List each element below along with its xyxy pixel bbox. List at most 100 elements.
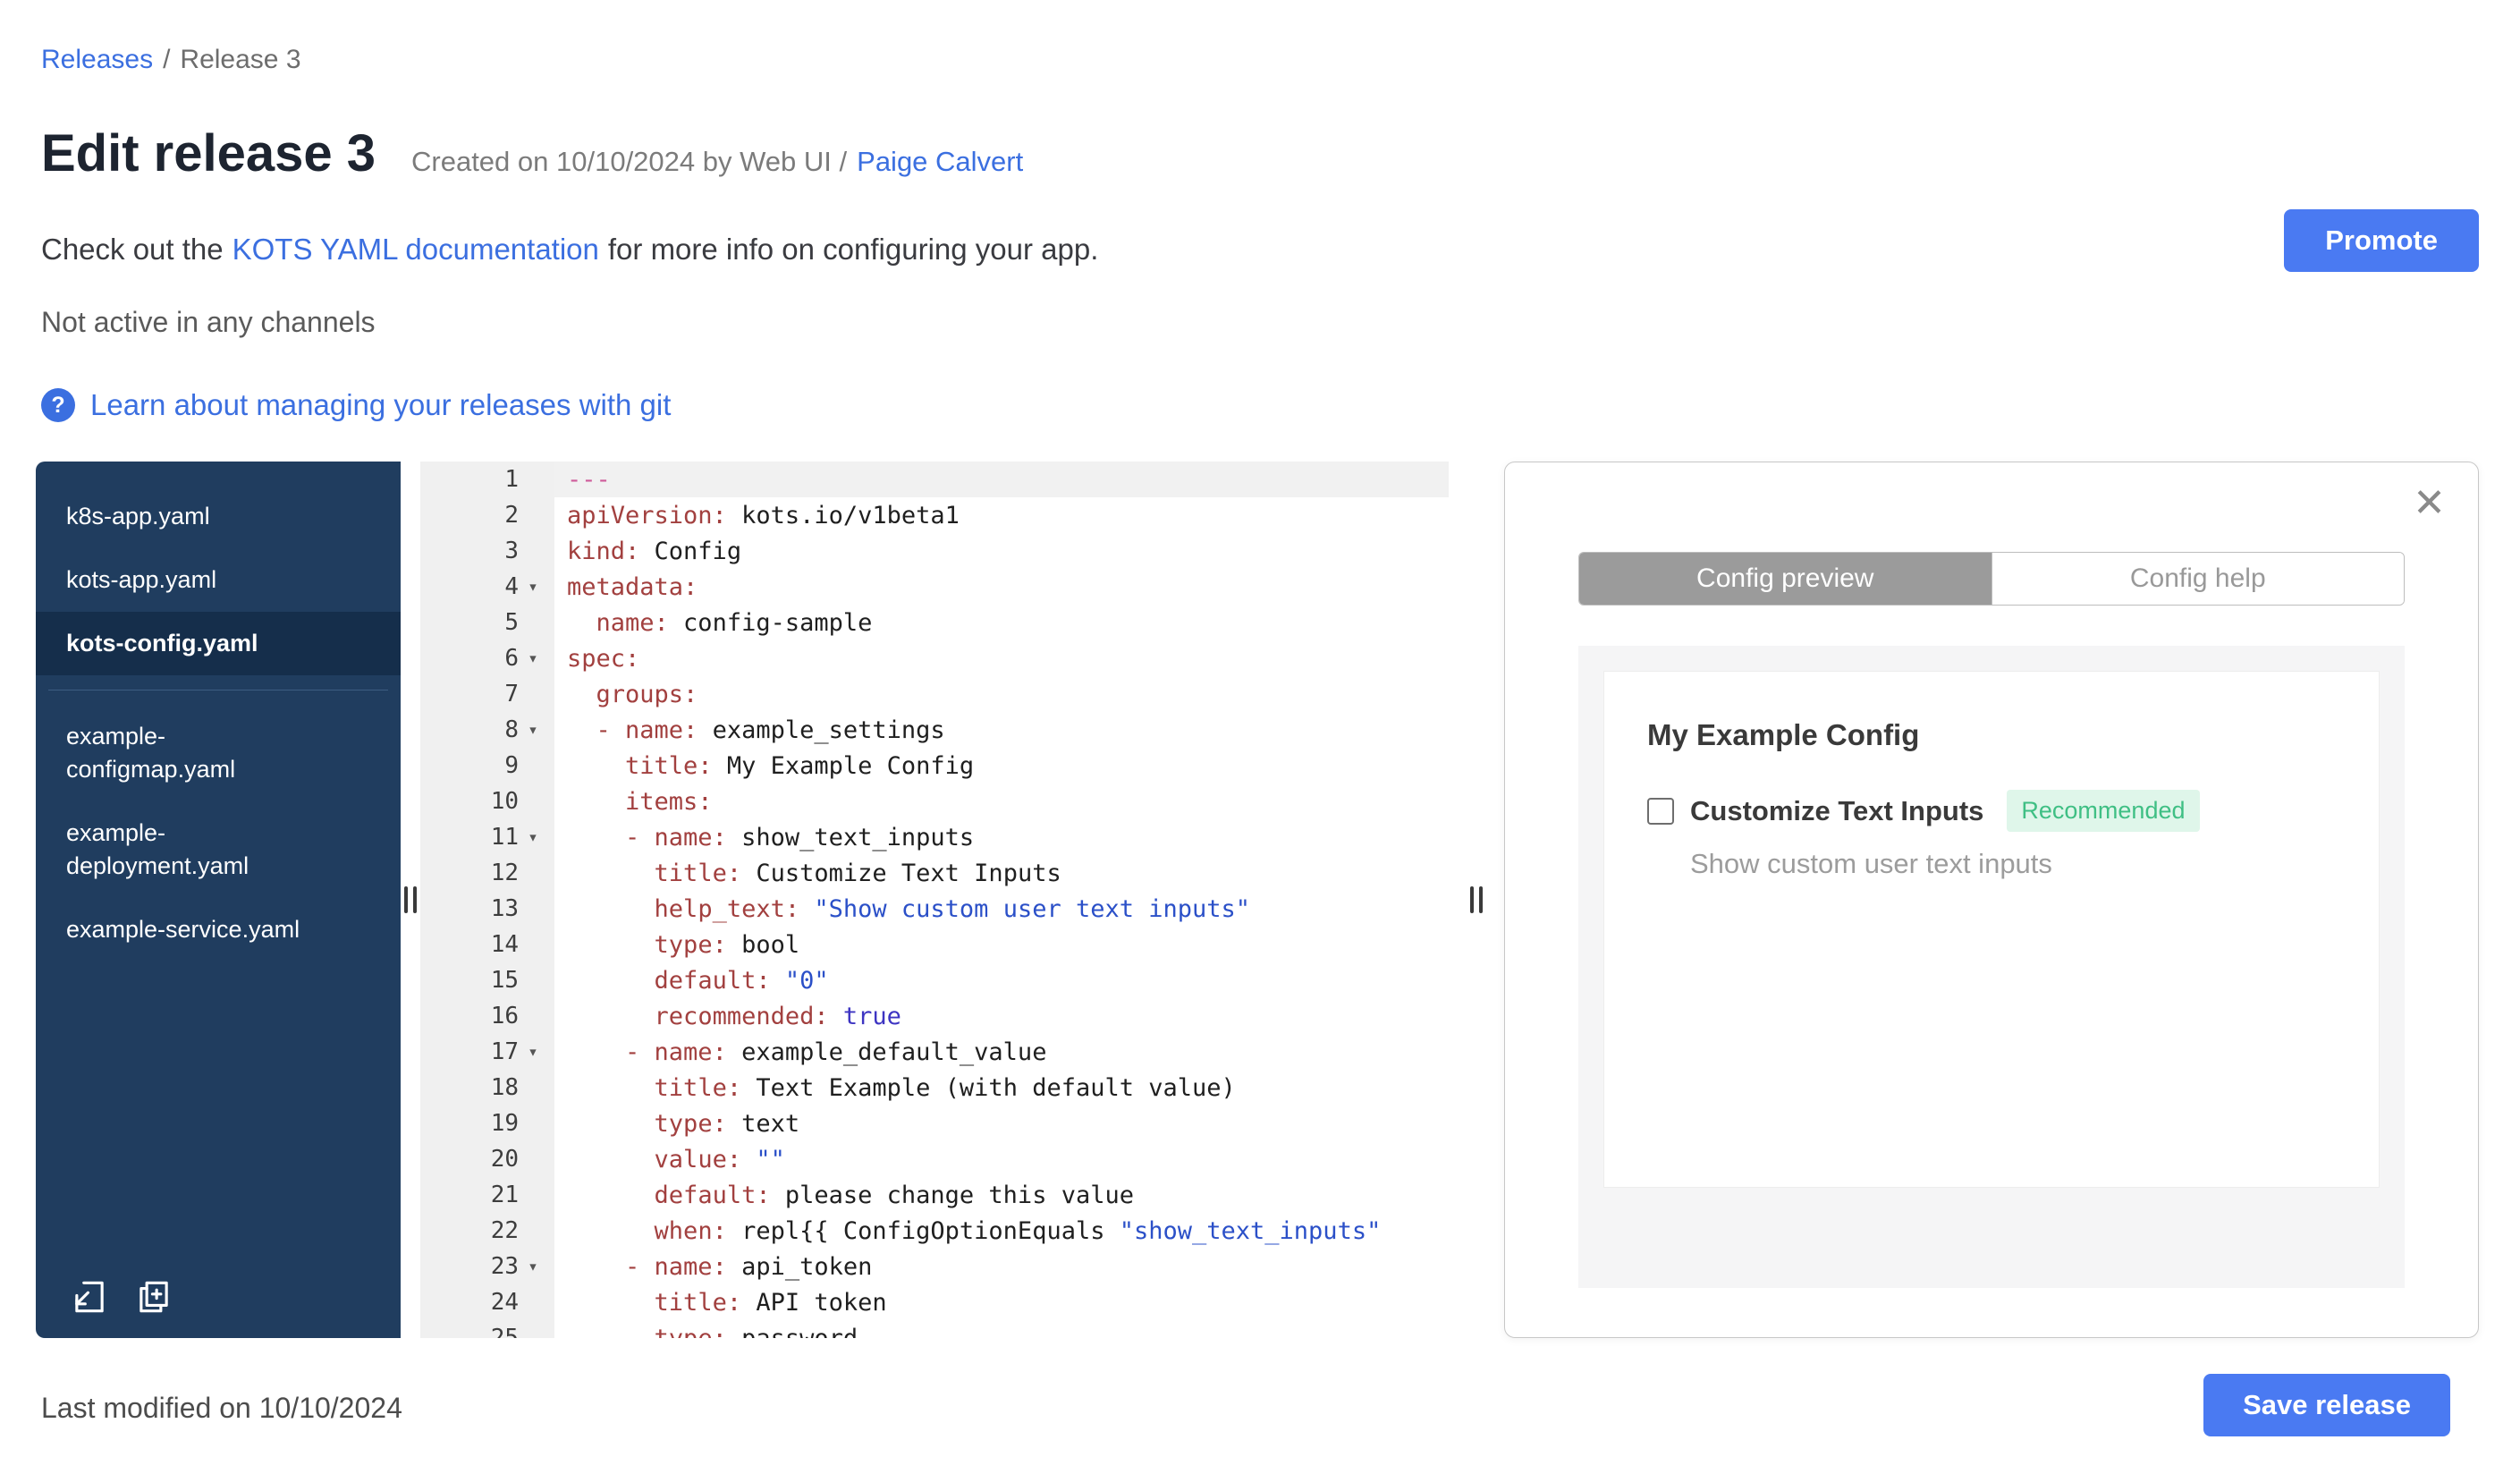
docs-line: Check out the KOTS YAML documentation fo… — [41, 233, 1098, 267]
editor-line[interactable]: 24 title: API token — [420, 1284, 1449, 1320]
line-number: 19 — [490, 1110, 519, 1137]
line-gutter: 25 — [420, 1320, 554, 1338]
git-help-link[interactable]: Learn about managing your releases with … — [90, 388, 671, 422]
config-card: My Example Config Customize Text Inputs … — [1603, 671, 2380, 1188]
tab-config-help[interactable]: Config help — [1991, 553, 2404, 605]
kots-docs-link[interactable]: KOTS YAML documentation — [233, 233, 599, 267]
code-text: type: text — [654, 1109, 800, 1138]
config-preview-panel: ✕ Config preview Config help My Example C… — [1504, 462, 2479, 1338]
fold-toggle-icon[interactable]: ▾ — [519, 648, 547, 668]
line-number: 20 — [490, 1146, 519, 1173]
line-number: 22 — [490, 1217, 519, 1244]
file-item-kots-app.yaml[interactable]: kots-app.yaml — [36, 548, 401, 612]
config-preview-body: My Example Config Customize Text Inputs … — [1578, 646, 2405, 1288]
config-item-row: Customize Text Inputs Recommended — [1647, 790, 2336, 832]
line-number: 3 — [504, 538, 519, 564]
code-text: type: bool — [654, 930, 800, 959]
editor-line[interactable]: 14 type: bool — [420, 927, 1449, 962]
code-text: type: password — [654, 1324, 858, 1339]
line-number: 11 — [490, 824, 519, 851]
fold-toggle-icon[interactable]: ▾ — [519, 827, 547, 847]
code-text: title: My Example Config — [625, 751, 975, 780]
line-number: 2 — [504, 502, 519, 529]
yaml-editor[interactable]: 1 --- 2 apiVersion: kots.io/v1beta1 3 kind: C… — [420, 462, 1449, 1338]
fold-toggle-icon[interactable]: ▾ — [519, 1042, 547, 1062]
docs-prefix: Check out the — [41, 233, 224, 266]
line-number: 14 — [490, 931, 519, 958]
new-file-icon[interactable] — [134, 1277, 173, 1317]
code-text: - name: example_default_value — [625, 1038, 1047, 1066]
fold-toggle-icon[interactable]: ▾ — [519, 577, 547, 597]
editor-line[interactable]: 17 ▾ - name: example_default_value — [420, 1034, 1449, 1070]
promote-button[interactable]: Promote — [2284, 209, 2479, 272]
editor-line[interactable]: 20 value: "" — [420, 1141, 1449, 1177]
file-item-example-configmap.yaml[interactable]: example-configmap.yaml — [36, 705, 401, 801]
editor-line[interactable]: 19 type: text — [420, 1106, 1449, 1141]
author-link[interactable]: Paige Calvert — [857, 146, 1023, 178]
code-text: - name: api_token — [625, 1252, 873, 1281]
line-gutter: 11 ▾ — [420, 819, 554, 855]
editor-line[interactable]: 13 help_text: "Show custom user text inp… — [420, 891, 1449, 927]
line-gutter: 3 — [420, 533, 554, 569]
line-number: 10 — [490, 788, 519, 815]
editor-line[interactable]: 25 type: password — [420, 1320, 1449, 1338]
file-item-example-service.yaml[interactable]: example-service.yaml — [36, 898, 401, 961]
last-modified: Last modified on 10/10/2024 — [41, 1392, 402, 1424]
page: Releases / Release 3 Edit release 3 Crea… — [0, 0, 2520, 1474]
sidebar-actions — [70, 1277, 173, 1317]
upload-file-icon[interactable] — [70, 1277, 109, 1317]
editor-line[interactable]: 23 ▾ - name: api_token — [420, 1249, 1449, 1284]
fold-toggle-icon[interactable]: ▾ — [519, 1257, 547, 1276]
resize-handle-left[interactable] — [401, 462, 420, 1338]
editor-line[interactable]: 2 apiVersion: kots.io/v1beta1 — [420, 497, 1449, 533]
editor-line[interactable]: 11 ▾ - name: show_text_inputs — [420, 819, 1449, 855]
line-number: 23 — [490, 1253, 519, 1280]
editor-line[interactable]: 21 default: please change this value — [420, 1177, 1449, 1213]
save-release-button[interactable]: Save release — [2203, 1374, 2450, 1436]
config-checkbox[interactable] — [1647, 797, 1674, 825]
code-text: apiVersion: kots.io/v1beta1 — [567, 501, 960, 529]
editor-line[interactable]: 4 ▾ metadata: — [420, 569, 1449, 605]
config-item-label: Customize Text Inputs — [1690, 794, 1984, 826]
file-item-k8s-app.yaml[interactable]: k8s-app.yaml — [36, 485, 401, 548]
fold-toggle-icon[interactable]: ▾ — [519, 720, 547, 740]
editor-line[interactable]: 9 title: My Example Config — [420, 748, 1449, 784]
file-item-kots-config.yaml[interactable]: kots-config.yaml — [36, 612, 401, 675]
editor-line[interactable]: 7 groups: — [420, 676, 1449, 712]
editor-line[interactable]: 12 title: Customize Text Inputs — [420, 855, 1449, 891]
editor-line[interactable]: 15 default: "0" — [420, 962, 1449, 998]
editor-line[interactable]: 5 name: config-sample — [420, 605, 1449, 640]
code-text: title: API token — [654, 1288, 887, 1317]
docs-suffix: for more info on configuring your app. — [607, 233, 1099, 266]
line-number: 9 — [504, 752, 519, 779]
line-gutter: 18 — [420, 1070, 554, 1106]
resize-handle-right[interactable] — [1449, 462, 1504, 1338]
line-number: 1 — [504, 466, 519, 493]
created-text: Created on 10/10/2024 by Web UI / — [411, 146, 848, 177]
line-gutter: 7 — [420, 676, 554, 712]
recommended-badge: Recommended — [2007, 790, 2200, 832]
git-help-row: ? Learn about managing your releases wit… — [41, 388, 671, 422]
title-row: Edit release 3 Created on 10/10/2024 by … — [41, 123, 1023, 183]
editor-line[interactable]: 22 when: repl{{ ConfigOptionEquals "show… — [420, 1213, 1449, 1249]
editor-line[interactable]: 10 items: — [420, 784, 1449, 819]
code-text: items: — [625, 787, 713, 816]
editor-line[interactable]: 6 ▾ spec: — [420, 640, 1449, 676]
editor-line[interactable]: 3 kind: Config — [420, 533, 1449, 569]
created-info: Created on 10/10/2024 by Web UI / Paige … — [411, 146, 1023, 178]
tab-config-preview[interactable]: Config preview — [1579, 553, 1991, 605]
line-gutter: 24 — [420, 1284, 554, 1320]
line-gutter: 1 — [420, 462, 554, 497]
file-item-example-deployment.yaml[interactable]: example-deployment.yaml — [36, 801, 401, 898]
editor-line[interactable]: 8 ▾ - name: example_settings — [420, 712, 1449, 748]
breadcrumb: Releases / Release 3 — [41, 45, 301, 75]
editor-line[interactable]: 16 recommended: true — [420, 998, 1449, 1034]
editor-line[interactable]: 1 --- — [420, 462, 1449, 497]
line-number: 6 — [504, 645, 519, 672]
line-gutter: 10 — [420, 784, 554, 819]
help-icon[interactable]: ? — [41, 388, 75, 422]
close-icon[interactable]: ✕ — [2413, 484, 2446, 523]
code-text: default: please change this value — [654, 1181, 1134, 1209]
breadcrumb-releases-link[interactable]: Releases — [41, 45, 153, 75]
editor-line[interactable]: 18 title: Text Example (with default val… — [420, 1070, 1449, 1106]
